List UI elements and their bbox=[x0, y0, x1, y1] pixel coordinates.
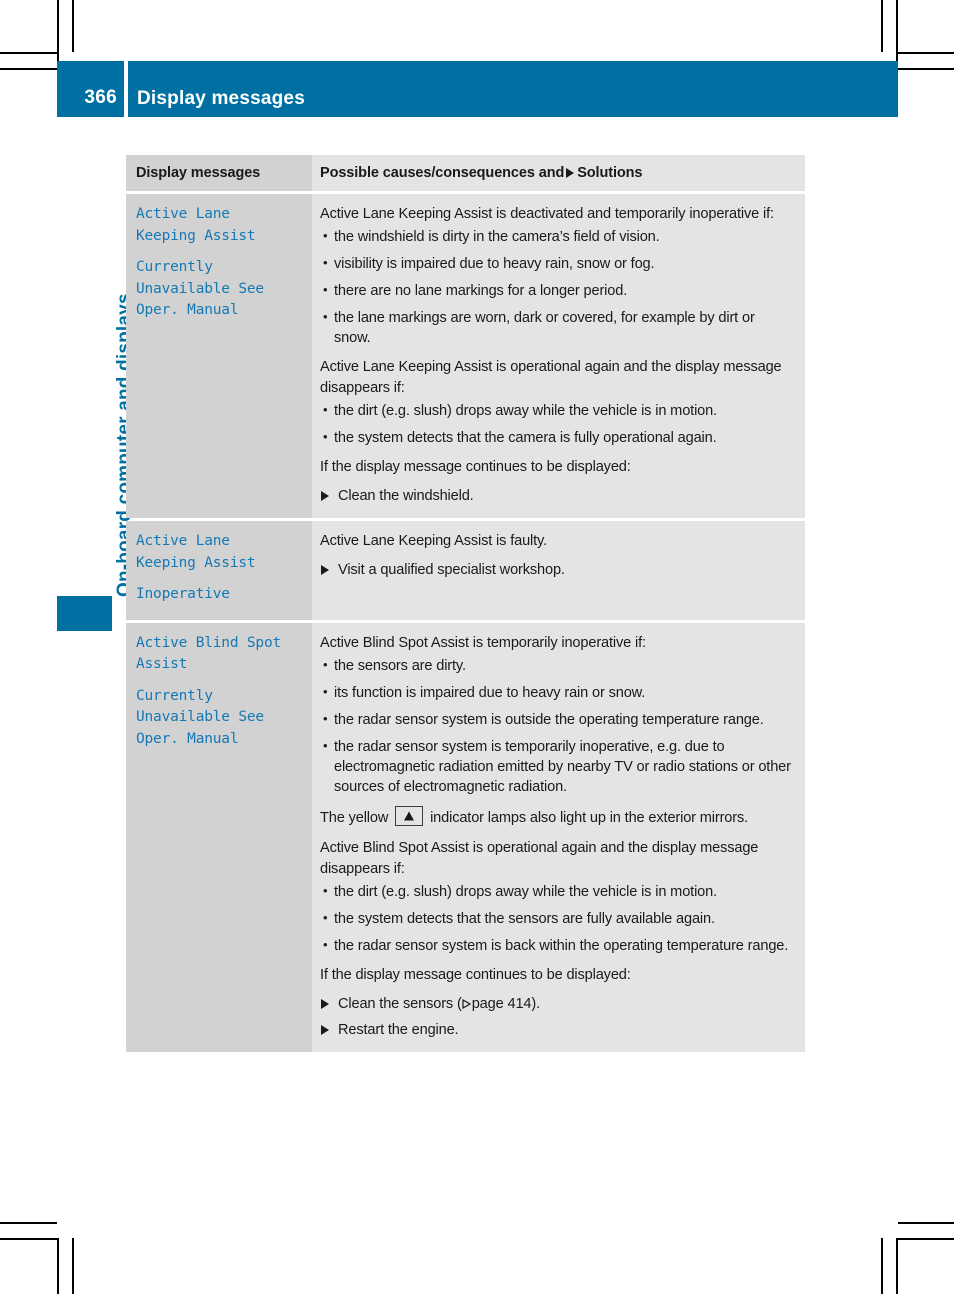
crop-mark-bottom-left-horizontal-outer bbox=[0, 1238, 57, 1240]
crop-mark-bottom-right-vertical-outer bbox=[881, 1238, 883, 1294]
causes-cell: Active Blind Spot Assist is temporarily … bbox=[312, 622, 805, 1052]
recovery-bullet-list: the dirt (e.g. slush) drops away while t… bbox=[320, 400, 795, 448]
page-reference-icon bbox=[462, 998, 471, 1009]
message-cell: Active Blind Spot Assist Currently Unava… bbox=[126, 622, 312, 1052]
page-number: 366 bbox=[84, 87, 117, 108]
message-code-text-secondary: Currently Unavailable See Oper. Manual bbox=[136, 687, 264, 747]
page-title: Display messages bbox=[137, 88, 305, 109]
table-header-label-left: Display messages bbox=[136, 165, 261, 181]
crop-mark-top-left-vertical-outer bbox=[72, 0, 74, 52]
list-item: the windshield is dirty in the camera’s … bbox=[320, 226, 795, 247]
solution-triangle-icon bbox=[321, 998, 329, 1009]
table-header-cell-causes: Possible causes/consequences and Solution… bbox=[312, 155, 805, 191]
list-item: the radar sensor system is outside the o… bbox=[320, 709, 795, 730]
crop-mark-top-right-horizontal-outer bbox=[898, 68, 954, 70]
recovery-bullet-list: the dirt (e.g. slush) drops away while t… bbox=[320, 881, 795, 956]
list-item: Visit a qualified specialist workshop. bbox=[320, 560, 795, 580]
display-messages-table: Display messages Possible causes/consequ… bbox=[126, 155, 805, 1052]
table-header-label-right-after: Solutions bbox=[577, 165, 643, 181]
list-item: the sensors are dirty. bbox=[320, 655, 795, 676]
blind-spot-warning-lamp-icon bbox=[395, 805, 424, 826]
crop-mark-bottom-left-vertical bbox=[57, 1238, 59, 1294]
message-cell: Active Lane Keeping Assist Inoperative bbox=[126, 521, 312, 620]
solution-list: Visit a qualified specialist workshop. bbox=[320, 560, 795, 580]
cause-bullet-list: the sensors are dirty. its function is i… bbox=[320, 655, 795, 797]
third-paragraph: If the display message continues to be d… bbox=[320, 966, 631, 983]
message-code-text-secondary: Currently Unavailable See Oper. Manual bbox=[136, 259, 264, 318]
second-paragraph: Active Blind Spot Assist is operational … bbox=[320, 839, 759, 877]
list-item: Clean the sensors ( page 414). bbox=[320, 994, 795, 1014]
solution-triangle-icon bbox=[321, 565, 329, 575]
intro-paragraph: Active Blind Spot Assist is temporarily … bbox=[320, 634, 646, 651]
message-cell: Active Lane Keeping Assist Currently Una… bbox=[126, 194, 312, 518]
message-code-text: Active Lane Keeping Assist bbox=[136, 206, 256, 244]
indicator-lamp-paragraph: The yellow indicator lamps also light up… bbox=[320, 805, 795, 829]
causes-cell: Active Lane Keeping Assist is deactivate… bbox=[312, 194, 805, 518]
table-row: Active Blind Spot Assist Currently Unava… bbox=[126, 622, 805, 1052]
third-paragraph: If the display message continues to be d… bbox=[320, 459, 631, 475]
list-item: Restart the engine. bbox=[320, 1020, 795, 1040]
page-header-bar: 366 Display messages bbox=[57, 61, 898, 117]
solution-text: Clean the windshield. bbox=[338, 488, 474, 504]
list-item: the dirt (e.g. slush) drops away while t… bbox=[320, 400, 795, 421]
chapter-tab-marker bbox=[57, 596, 112, 631]
solution-text: Restart the engine. bbox=[338, 1021, 459, 1038]
solutions-triangle-icon bbox=[566, 168, 575, 178]
solution-triangle-icon bbox=[321, 1024, 329, 1035]
crop-mark-top-left-horizontal bbox=[0, 52, 57, 54]
solution-list: Clean the windshield. bbox=[320, 486, 795, 506]
list-item: the radar sensor system is back within t… bbox=[320, 935, 795, 956]
table-row: Active Lane Keeping Assist Currently Una… bbox=[126, 194, 805, 518]
crop-mark-top-left-horizontal-outer bbox=[0, 68, 57, 70]
list-item: the system detects that the camera is fu… bbox=[320, 427, 795, 448]
crop-mark-bottom-left-vertical-outer bbox=[72, 1238, 74, 1294]
solution-text-after: ). bbox=[531, 995, 540, 1012]
causes-cell: Active Lane Keeping Assist is faulty. Vi… bbox=[312, 521, 805, 620]
table-header-cell-messages: Display messages bbox=[126, 155, 312, 191]
table-header-row: Display messages Possible causes/consequ… bbox=[126, 155, 805, 191]
message-code-text: Active Lane Keeping Assist bbox=[136, 533, 256, 571]
crop-mark-bottom-right-horizontal bbox=[898, 1222, 954, 1224]
solution-text: Visit a qualified specialist workshop. bbox=[338, 562, 565, 578]
intro-paragraph: Active Lane Keeping Assist is faulty. bbox=[320, 533, 547, 549]
list-item: the system detects that the sensors are … bbox=[320, 908, 795, 929]
intro-paragraph: Active Lane Keeping Assist is deactivate… bbox=[320, 206, 774, 222]
crop-mark-bottom-left-horizontal bbox=[0, 1222, 57, 1224]
crop-mark-bottom-right-vertical bbox=[896, 1238, 898, 1294]
list-item: the radar sensor system is temporarily i… bbox=[320, 736, 795, 797]
table-header-label-right-before: Possible causes/consequences and bbox=[320, 165, 565, 181]
second-paragraph: Active Lane Keeping Assist is operationa… bbox=[320, 359, 782, 396]
indicator-lamp-text-after: indicator lamps also light up in the ext… bbox=[430, 809, 749, 826]
list-item: Clean the windshield. bbox=[320, 486, 795, 506]
cause-bullet-list: the windshield is dirty in the camera’s … bbox=[320, 226, 795, 348]
solution-triangle-icon bbox=[321, 491, 329, 501]
crop-mark-top-right-vertical-outer bbox=[881, 0, 883, 52]
indicator-lamp-text-before: The yellow bbox=[320, 809, 389, 826]
crop-mark-top-right-horizontal bbox=[898, 52, 954, 54]
list-item: the lane markings are worn, dark or cove… bbox=[320, 307, 795, 348]
solution-text-before: Clean the sensors ( bbox=[338, 995, 462, 1012]
message-code-text-secondary: Inoperative bbox=[136, 586, 230, 602]
list-item: there are no lane markings for a longer … bbox=[320, 280, 795, 301]
solution-list: Clean the sensors ( page 414). Restart th… bbox=[320, 994, 795, 1040]
header-divider bbox=[124, 61, 128, 117]
table-row: Active Lane Keeping Assist Inoperative A… bbox=[126, 521, 805, 620]
page-reference-text: page 414 bbox=[471, 995, 532, 1012]
list-item: its function is impaired due to heavy ra… bbox=[320, 682, 795, 703]
table-header-label-right: Possible causes/consequences and Solution… bbox=[320, 165, 795, 181]
list-item: the dirt (e.g. slush) drops away while t… bbox=[320, 881, 795, 902]
message-code-text: Active Blind Spot Assist bbox=[136, 634, 282, 673]
crop-mark-bottom-right-horizontal-outer bbox=[898, 1238, 954, 1240]
list-item: visibility is impaired due to heavy rain… bbox=[320, 253, 795, 274]
crop-mark-top-left-vertical bbox=[57, 0, 59, 61]
